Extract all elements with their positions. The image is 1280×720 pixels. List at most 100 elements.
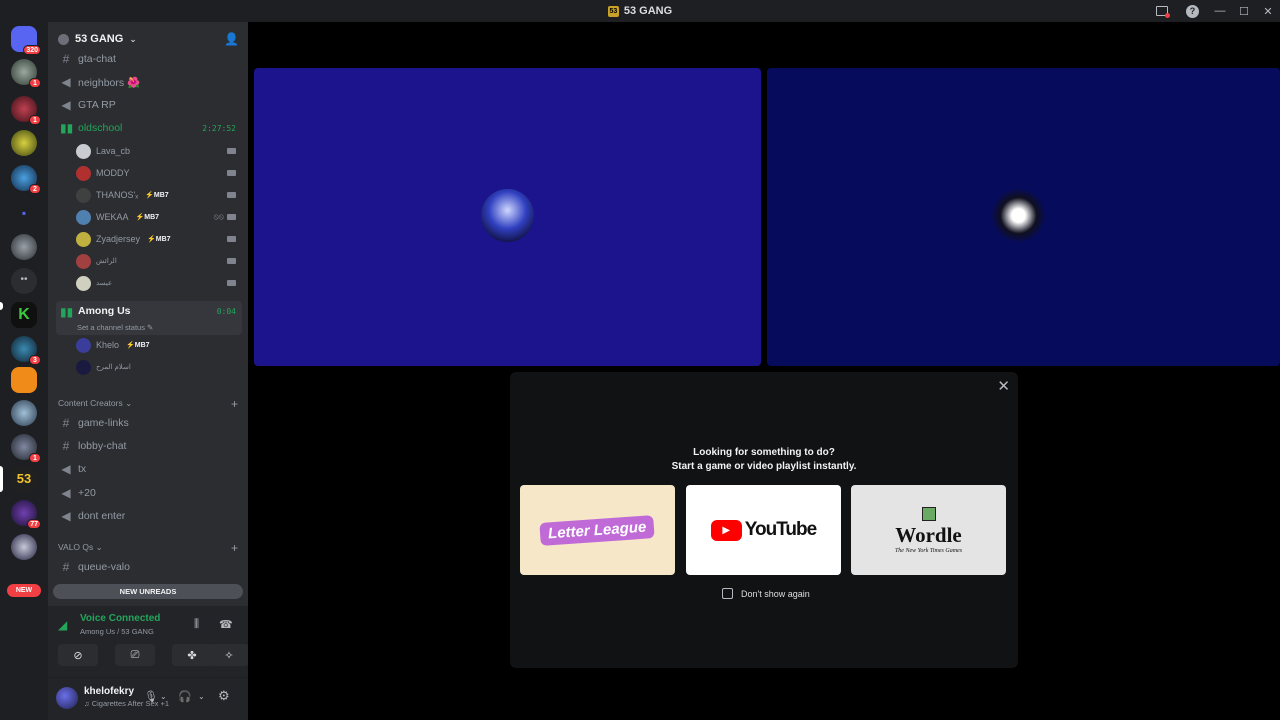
voice-user[interactable]: WEKAA ⚡MB7 ⦸⦸ xyxy=(76,207,242,227)
server-icon[interactable]: 1 xyxy=(11,59,41,88)
folder-icon[interactable]: ▪ xyxy=(11,200,37,226)
username: MODDY xyxy=(96,168,130,178)
letter-league-card[interactable]: Letter League xyxy=(520,485,675,575)
close-window-button[interactable]: ✕ xyxy=(1256,5,1280,18)
dont-show-again-label[interactable]: Don't show again xyxy=(741,589,810,599)
mention-badge: 77 xyxy=(27,519,41,529)
help-icon[interactable]: ? xyxy=(1186,4,1199,18)
disconnect-icon[interactable]: ☎ xyxy=(219,618,233,631)
server-icon[interactable] xyxy=(11,534,37,560)
avatar xyxy=(76,187,91,203)
selected-pill xyxy=(0,466,3,492)
voice-user[interactable]: الرائش xyxy=(76,251,242,271)
hashtag-icon: # xyxy=(62,52,70,66)
screen-share-icon[interactable] xyxy=(1156,6,1170,18)
microphone-icon[interactable]: 🎙 xyxy=(144,690,158,703)
server-icon[interactable] xyxy=(11,234,37,260)
voice-user[interactable]: Zyadjersey ⚡MB7 xyxy=(76,229,242,249)
settings-gear-icon[interactable]: ⚙ xyxy=(218,688,230,704)
clan-tag: ⚡MB7 xyxy=(147,236,171,243)
server-icon[interactable]: 1 xyxy=(11,96,41,125)
wordle-card[interactable]: Wordle The New York Times Games xyxy=(851,485,1006,575)
server-icon[interactable] xyxy=(11,367,37,393)
participant-tile[interactable] xyxy=(254,68,761,366)
server-icon[interactable] xyxy=(11,400,37,426)
muted-deafened-icon: ⦸⦸ xyxy=(213,212,224,221)
clan-tag: ⚡MB7 xyxy=(126,342,150,349)
category-content-creators[interactable]: Content Creators ⌄ + xyxy=(58,397,238,411)
channel-queue-valo[interactable]: # queue-valo xyxy=(56,557,242,577)
avatar xyxy=(76,337,91,353)
participant-tile[interactable] xyxy=(767,68,1280,366)
avatar xyxy=(992,189,1045,242)
voice-connected-title[interactable]: Voice Connected xyxy=(80,613,160,624)
server-icon[interactable]: 2 xyxy=(11,165,41,194)
more-icon[interactable]: •• xyxy=(11,268,37,294)
avatar xyxy=(76,275,91,291)
voice-channel-oldschool[interactable]: ▮▮ oldschool 2:27:52 xyxy=(56,118,242,138)
window-controls: ? — ☐ ✕ xyxy=(1147,0,1280,22)
voice-user[interactable]: Lava_cb xyxy=(76,141,242,161)
activities-button[interactable]: ✤ xyxy=(172,644,212,666)
channel-gta-rp[interactable]: ◀ GTA RP xyxy=(56,95,242,115)
channel-tx[interactable]: ◀ tx xyxy=(56,459,242,479)
server-name: 53 GANG xyxy=(75,33,124,45)
title-bar: 53 53 GANG ? — ☐ ✕ xyxy=(0,0,1280,22)
signal-icon[interactable]: ◢ xyxy=(58,618,67,632)
channel-label: Among Us xyxy=(78,305,131,317)
new-unreads-button[interactable]: NEW UNREADS xyxy=(53,584,243,599)
speaker-icon: ◀ xyxy=(61,75,71,89)
channel-neighbors[interactable]: ◀ neighbors 🌺 xyxy=(56,72,242,92)
server-icon[interactable] xyxy=(11,130,37,156)
hashtag-icon: # xyxy=(62,439,70,453)
category-valo-qs[interactable]: VALO Qs ⌄ + xyxy=(58,541,238,555)
avatar xyxy=(76,143,91,159)
headphones-icon[interactable]: 🎧 xyxy=(178,690,192,703)
voice-connected-channel[interactable]: Among Us / 53 GANG xyxy=(80,627,154,636)
voice-user[interactable]: Khelo ⚡MB7 xyxy=(76,335,242,355)
server-icon[interactable]: 77 xyxy=(11,500,41,529)
channel-game-links[interactable]: # game-links xyxy=(56,413,242,433)
wordle-grid-icon xyxy=(921,506,936,521)
channel-status[interactable]: Set a channel status ✎ xyxy=(77,323,153,332)
channel-gta-chat[interactable]: # gta-chat xyxy=(56,49,242,69)
invite-people-icon[interactable]: 👤 xyxy=(224,33,239,45)
channel-label: queue-valo xyxy=(78,561,130,573)
add-channel-icon[interactable]: + xyxy=(231,397,238,411)
current-username[interactable]: khelofekry xyxy=(84,686,134,697)
soundboard-button[interactable]: ✧ xyxy=(209,644,249,666)
close-icon[interactable]: ✕ xyxy=(997,377,1010,395)
camera-off-button[interactable]: ⊘ xyxy=(58,644,98,666)
server-icon[interactable]: 1 xyxy=(11,434,41,463)
kick-server-icon[interactable]: K xyxy=(11,302,37,328)
noise-suppression-icon[interactable]: ⫼ xyxy=(194,618,199,631)
chevron-down-icon[interactable]: ⌄ xyxy=(198,692,205,701)
play-icon: ▶ xyxy=(710,519,742,541)
add-channel-icon[interactable]: + xyxy=(231,541,238,555)
channel-dont-enter[interactable]: ◀ dont enter xyxy=(56,506,242,526)
username: THANOS'ₓ xyxy=(96,190,139,200)
channel-plus-20[interactable]: ◀ +20 xyxy=(56,483,242,503)
avatar xyxy=(76,231,91,247)
speaker-icon: ◀ xyxy=(61,509,71,523)
voice-user[interactable]: THANOS'ₓ ⚡MB7 xyxy=(76,185,242,205)
letter-league-logo: Letter League xyxy=(539,514,656,546)
maximize-button[interactable]: ☐ xyxy=(1232,5,1256,18)
voice-user[interactable]: MODDY xyxy=(76,163,242,183)
server-icon[interactable]: 3 xyxy=(11,336,41,365)
dont-show-again-checkbox[interactable] xyxy=(722,588,733,599)
mention-badge: 320 xyxy=(23,45,41,55)
youtube-card[interactable]: ▶ YouTube xyxy=(686,485,841,575)
avatar[interactable] xyxy=(56,687,78,709)
voice-user[interactable]: عيسد xyxy=(76,273,242,293)
new-badge[interactable]: NEW xyxy=(7,584,41,597)
screen-share-button[interactable]: ⎚ xyxy=(115,644,155,666)
home-discord-icon[interactable]: 320 xyxy=(11,26,41,55)
minimize-button[interactable]: — xyxy=(1208,5,1232,17)
username: Zyadjersey xyxy=(96,234,141,244)
voice-user[interactable]: اسلام المرح xyxy=(76,357,242,377)
server-53-gang-icon[interactable]: 53 xyxy=(11,466,37,492)
chevron-down-icon[interactable]: ⌄ xyxy=(160,692,167,701)
channel-lobby-chat[interactable]: # lobby-chat xyxy=(56,436,242,456)
mention-badge: 1 xyxy=(29,115,41,125)
